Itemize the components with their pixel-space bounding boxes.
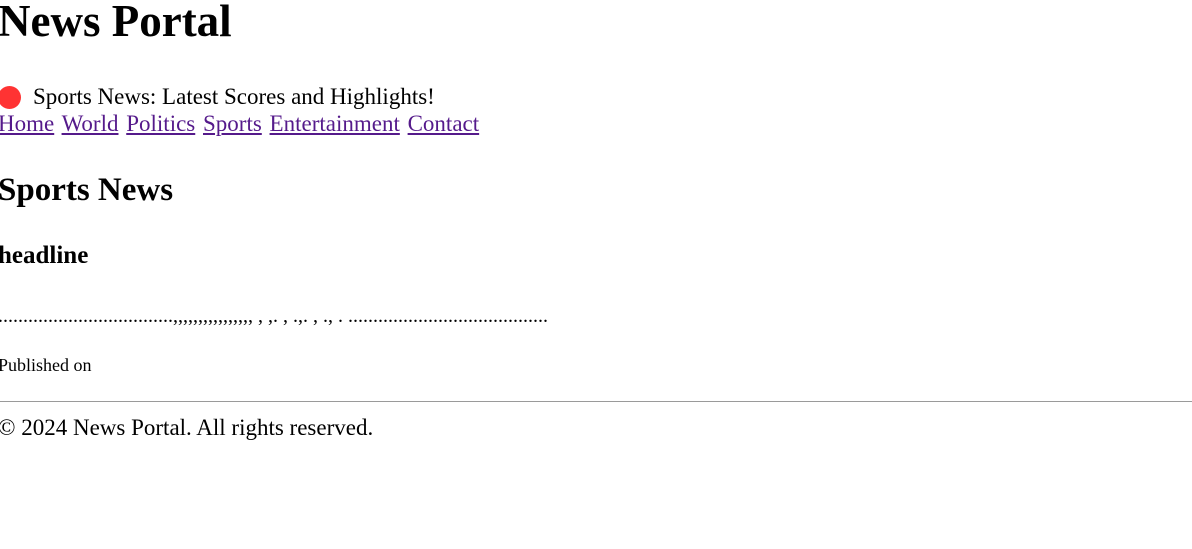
- ticker-text: Sports News: Latest Scores and Highlight…: [33, 84, 435, 109]
- nav-link-contact[interactable]: Contact: [408, 111, 480, 136]
- nav-link-home[interactable]: Home: [0, 111, 54, 136]
- article-headline: headline: [0, 242, 89, 269]
- published-date: Published on: [0, 355, 92, 375]
- nav-link-world[interactable]: World: [62, 111, 119, 136]
- article-body: ...................................,,,,,…: [0, 305, 548, 327]
- site-title: News Portal: [0, 0, 232, 46]
- nav-link-politics[interactable]: Politics: [126, 111, 195, 136]
- main-nav: Home World Politics Sports Entertainment…: [0, 111, 481, 137]
- nav-link-entertainment[interactable]: Entertainment: [270, 111, 400, 136]
- page: News Portal Sports News: Latest Scores a…: [0, 0, 1192, 549]
- nav-link-sports[interactable]: Sports: [203, 111, 262, 136]
- news-ticker: Sports News: Latest Scores and Highlight…: [0, 84, 435, 110]
- footer-copyright: © 2024 News Portal. All rights reserved.: [0, 415, 374, 440]
- footer-divider: [0, 401, 1192, 402]
- live-indicator-icon: [0, 85, 21, 109]
- section-title: Sports News: [0, 172, 174, 208]
